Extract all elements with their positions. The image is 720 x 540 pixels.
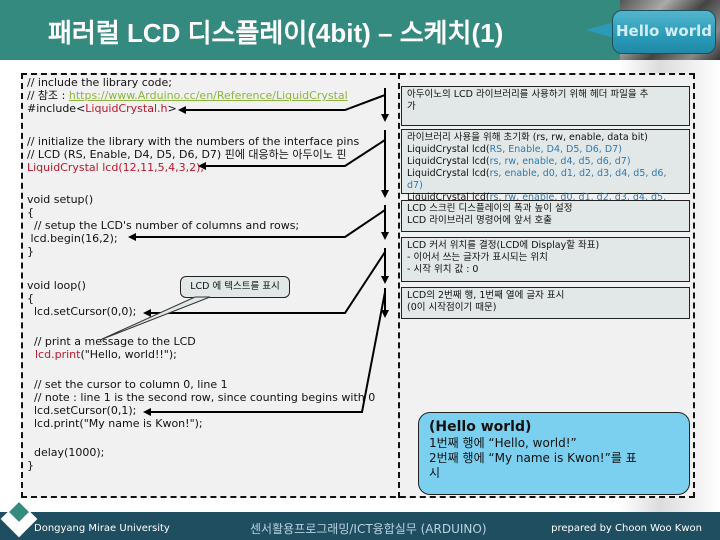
code-set-cursor-00: lcd.setCursor(0,0); <box>27 305 137 318</box>
footer-bar: Dongyang Mirae University 센서활용프로그래밍/ICT융… <box>0 512 720 540</box>
note-line: - 시작 위치 값 : 0 <box>407 264 479 275</box>
result-title: (Hello world) <box>429 419 532 435</box>
code-header-name: LiquidCrystal.h <box>85 102 168 115</box>
result-line: 시 <box>429 466 441 480</box>
code-loop-signature: void loop() <box>27 279 86 292</box>
note-line: (0이 시작점이기 때문) <box>407 302 497 313</box>
code-include-line: #include<LiquidCrystal.h> <box>27 102 177 115</box>
code-brace-open: { <box>27 292 34 305</box>
content-divider <box>398 73 400 498</box>
code-suffix: > <box>167 102 177 115</box>
hello-world-label: Hello world <box>616 22 712 40</box>
code-comment-init: // initialize the library with the numbe… <box>27 135 360 148</box>
code-comment-setup: // setup the LCD's number of columns and… <box>27 219 300 232</box>
code-brace-close: } <box>27 245 34 258</box>
code-set-cursor-01: lcd.setCursor(0,1); <box>27 404 137 417</box>
note-line: LCD의 2번째 행, 1번째 열에 글자 표시 <box>407 290 565 301</box>
result-line: 2번째 행에 “My name is Kwon!”를 표 <box>429 451 637 465</box>
code-delay: delay(1000); <box>27 446 105 459</box>
note-line: LCD 라이브러리 명령어에 앞서 호출 <box>407 215 552 226</box>
code-comment-include: // include the library code; <box>27 76 172 89</box>
code-comment-print: // print a message to the LCD <box>27 335 196 348</box>
code-lcd-constructor: LiquidCrystal lcd(12,11,5,4,3,2); <box>27 161 205 174</box>
code-brace-open: { <box>27 206 34 219</box>
code-prefix: #include< <box>27 102 86 115</box>
note-initialize: 라이브러리 사용을 위해 초기화 (rs, rw, enable, data b… <box>401 129 690 215</box>
code-prefix: // 참조 : <box>27 89 69 102</box>
note-line: 라이브러리 사용을 위해 초기화 (rs, rw, enable, data b… <box>407 132 648 143</box>
note-line: LCD 커서 위치를 결정(LCD에 Display할 좌표) <box>407 240 600 251</box>
note-signature: LiquidCrystal lcd(rs, enable, d0, d1, d2… <box>407 168 667 191</box>
code-print-args: ("Hello, world!!"); <box>80 348 177 361</box>
code-lcd-begin: lcd.begin(16,2); <box>27 232 118 245</box>
note-line: - 이어서 쓰는 글자가 표시되는 위치 <box>407 252 548 263</box>
note-line: 아두이노의 LCD 라이브러리를 사용하기 위해 헤더 파일을 추 <box>407 89 649 100</box>
note-signature: LiquidCrystal lcd(RS, Enable, D4, D5, D6… <box>407 144 622 155</box>
footer-author: prepared by Choon Woo Kwon <box>551 523 702 534</box>
code-print-name: lcd.print("My name is Kwon!"); <box>27 417 203 430</box>
note-begin: LCD 스크린 디스플레이의 폭과 높이 설정 LCD 라이브러리 명령어에 앞… <box>401 200 690 232</box>
reference-link[interactable]: https://www.Arduino.cc/en/Reference/Liqu… <box>69 89 348 102</box>
note-include: 아두이노의 LCD 라이브러리를 사용하기 위해 헤더 파일을 추 가 <box>401 86 690 126</box>
note-line: 가 <box>407 101 416 112</box>
code-print-fn: lcd.print <box>35 348 81 361</box>
code-print-hello: lcd.print("Hello, world!!"); <box>35 348 177 361</box>
hello-callout-tail <box>586 22 614 38</box>
footer-course: 센서활용프로그래밍/ICT융합실무 (ARDUINO) <box>250 522 487 536</box>
footer-university: Dongyang Mirae University <box>34 523 170 534</box>
result-box: (Hello world) 1번째 행에 “Hello, world!” 2번째… <box>418 412 690 495</box>
note-signature: LiquidCrystal lcd(rs, rw, enable, d4, d5… <box>407 156 631 167</box>
code-setup-signature: void setup() <box>27 193 94 206</box>
code-comment-note: // note : line 1 is the second row, sinc… <box>27 391 376 404</box>
note-second-row: LCD의 2번째 행, 1번째 열에 글자 표시 (0이 시작점이기 때문) <box>401 287 690 319</box>
hello-world-callout: Hello world <box>612 10 716 54</box>
code-comment-cursor: // set the cursor to column 0, line 1 <box>27 378 228 391</box>
note-set-cursor: LCD 커서 위치를 결정(LCD에 Display할 좌표) - 이어서 쓰는… <box>401 237 690 282</box>
lcd-text-callout: LCD 에 텍스트를 표시 <box>180 276 290 298</box>
result-line: 1번째 행에 “Hello, world!” <box>429 436 577 450</box>
code-reference-line: // 참조 : https://www.Arduino.cc/en/Refere… <box>27 89 348 102</box>
code-brace-close: } <box>27 459 34 472</box>
slide-title: 패러럴 LCD 디스플레이(4bit) – 스케치(1) <box>48 18 504 48</box>
code-comment-pins: // LCD (RS, Enable, D4, D5, D6, D7) 핀에 대… <box>27 148 347 161</box>
note-line: LCD 스크린 디스플레이의 폭과 높이 설정 <box>407 203 573 214</box>
